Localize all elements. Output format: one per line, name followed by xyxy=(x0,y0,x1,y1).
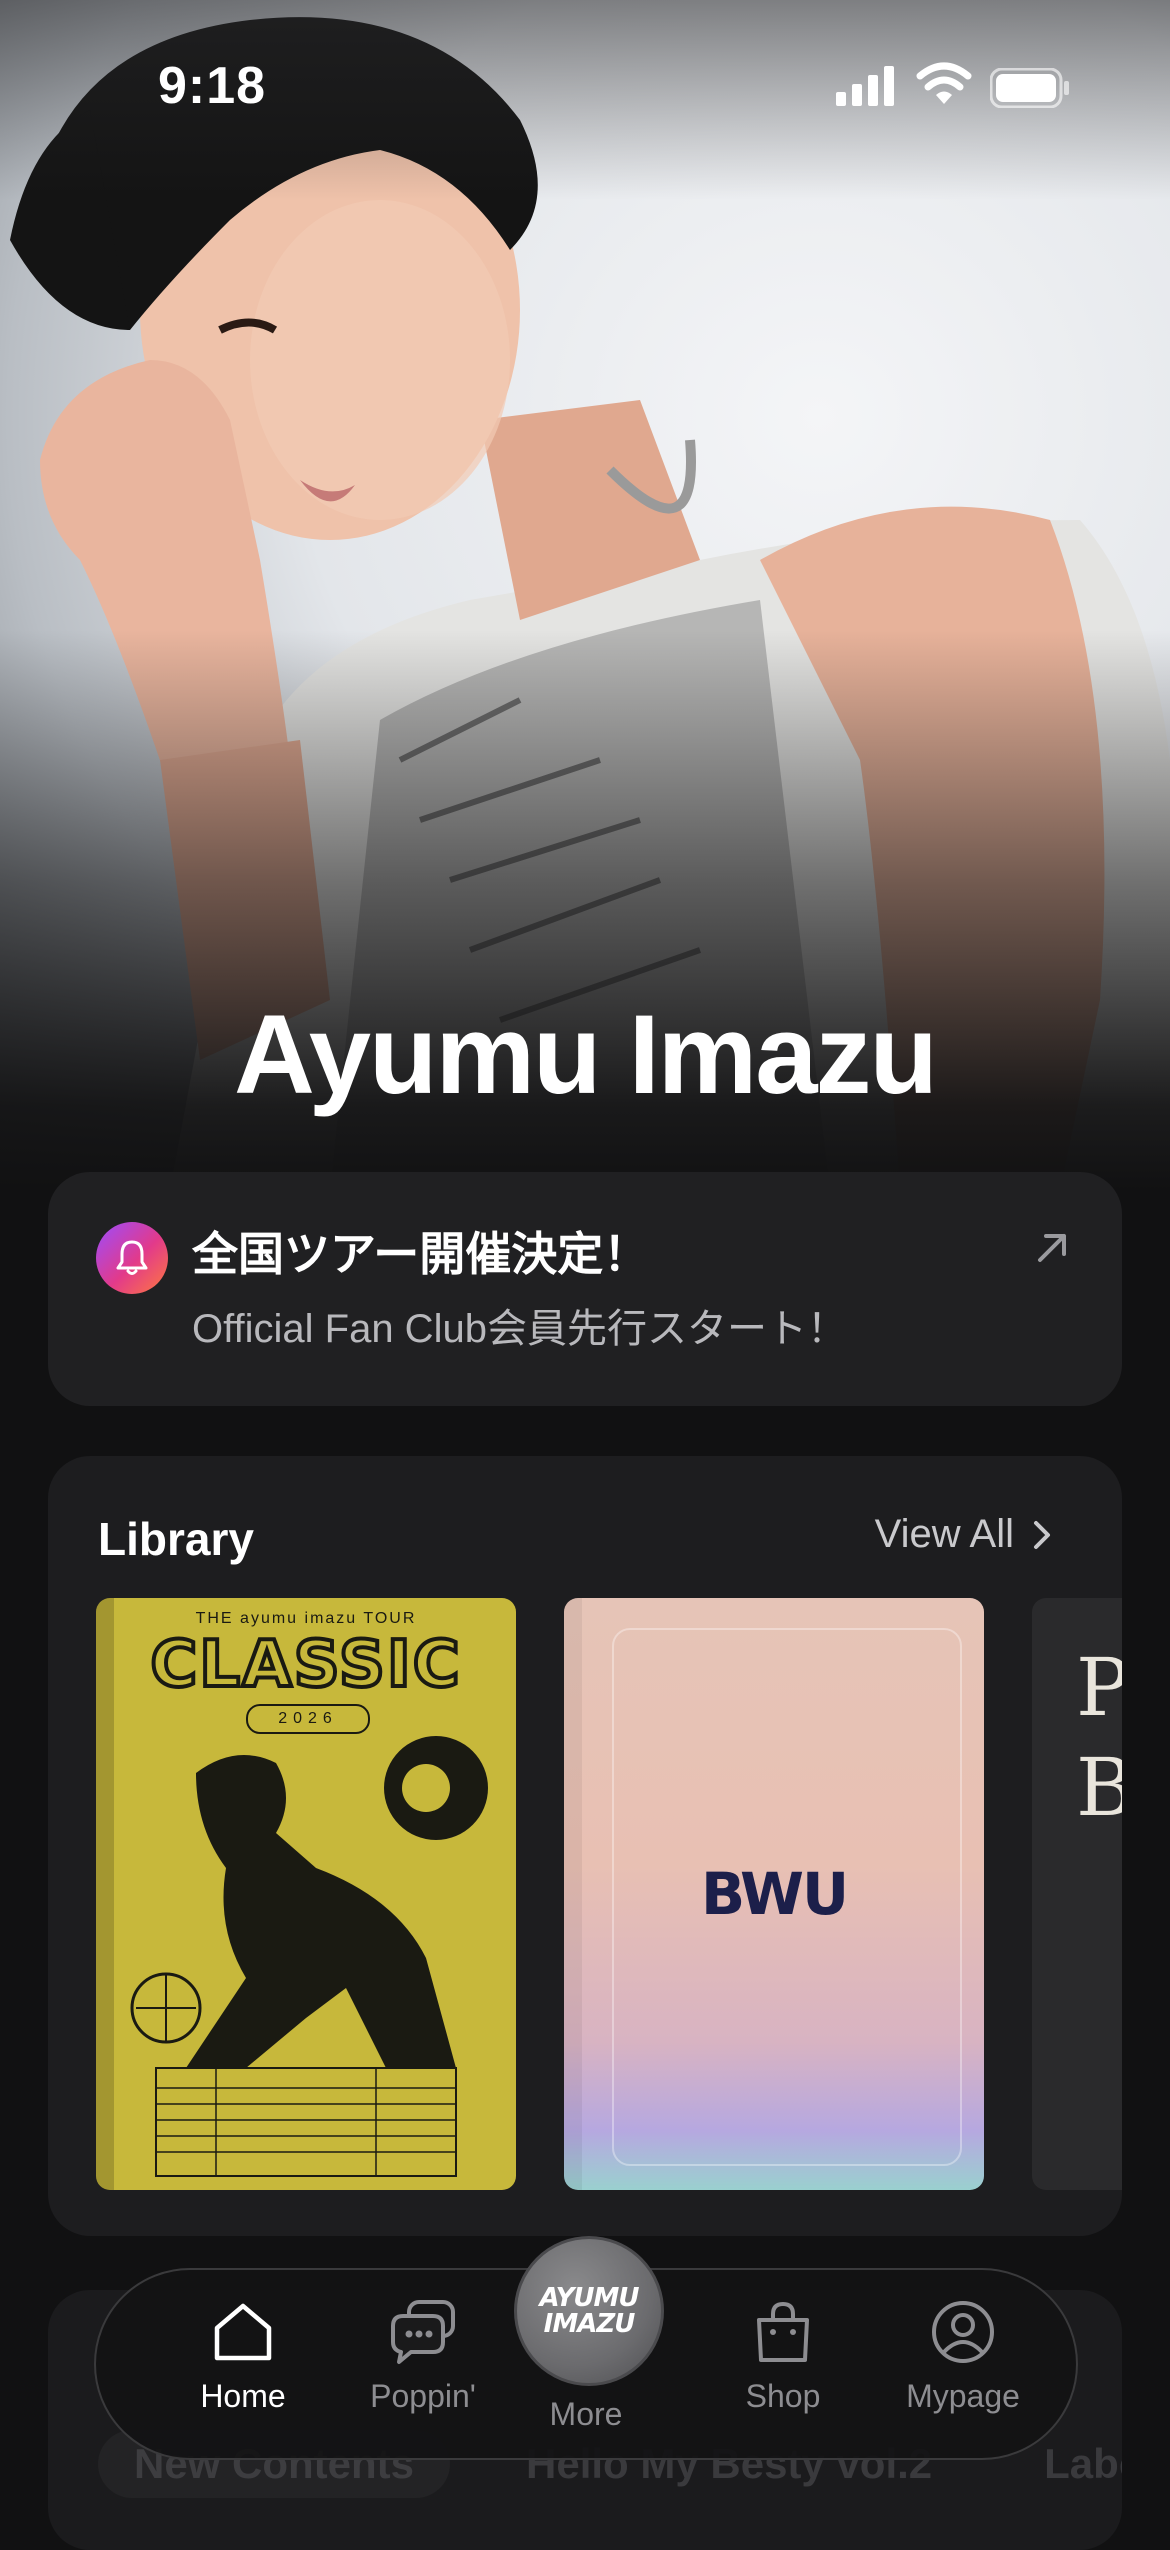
cover-artwork xyxy=(130,1736,488,2177)
announcement-subtitle: Official Fan Club会員先行スタート！ xyxy=(192,1307,847,1351)
view-all-link[interactable]: View All xyxy=(875,1512,1052,1557)
library-title: Library xyxy=(98,1513,254,1565)
tab-home[interactable]: Home xyxy=(168,2298,318,2415)
library-item-classic-tour[interactable]: THE ayumu imazu TOUR CLASSIC 2026 xyxy=(96,1598,516,2190)
shopping-bag-icon xyxy=(757,2301,809,2362)
cellular-signal-icon xyxy=(836,66,894,106)
view-all-label: View All xyxy=(874,1512,1014,1556)
wifi-icon xyxy=(916,62,972,104)
arrow-up-right-icon[interactable] xyxy=(1034,1230,1070,1266)
library-section: Library View All THE ayumu imazu TOUR CL… xyxy=(48,1456,1122,2236)
tab-poppin-label: Poppin' xyxy=(370,2378,476,2414)
bottom-tab-bar: Home Poppin' AYUMU IMAZU More Shop Mypage xyxy=(94,2236,1078,2460)
battery-icon xyxy=(990,68,1069,108)
tab-home-label: Home xyxy=(200,2378,286,2414)
tab-mypage[interactable]: Mypage xyxy=(888,2298,1038,2415)
chat-bubbles-icon xyxy=(391,2300,455,2364)
bell-icon xyxy=(96,1222,168,1294)
user-icon xyxy=(932,2301,994,2363)
tab-mypage-label: Mypage xyxy=(906,2378,1020,2414)
announcement-card[interactable]: 全国ツアー開催決定！ Official Fan Club会員先行スタート！ xyxy=(48,1172,1122,1406)
status-bar: 9:18 xyxy=(0,0,1170,160)
tab-shop[interactable]: Shop xyxy=(708,2298,858,2415)
library-item-partial[interactable]: PB xyxy=(1032,1598,1122,2190)
tab-more-label: More xyxy=(549,2396,623,2432)
chevron-right-icon xyxy=(1034,1520,1050,1549)
status-time: 9:18 xyxy=(158,57,267,115)
home-icon xyxy=(214,2303,272,2361)
more-button[interactable]: AYUMU IMAZU xyxy=(514,2236,664,2386)
library-item-bwu[interactable]: BWU xyxy=(564,1598,984,2190)
announcement-title: 全国ツアー開催決定！ xyxy=(192,1228,650,1280)
cover-partial-text: PB xyxy=(1076,1641,1122,1834)
cover-logo: BWU xyxy=(700,1860,849,1928)
tab-poppin[interactable]: Poppin' xyxy=(348,2298,498,2415)
ayumu-imazu-logo: AYUMU IMAZU xyxy=(539,2283,639,2339)
artist-name: Ayumu Imazu xyxy=(234,992,938,1117)
tab-shop-label: Shop xyxy=(745,2378,821,2414)
